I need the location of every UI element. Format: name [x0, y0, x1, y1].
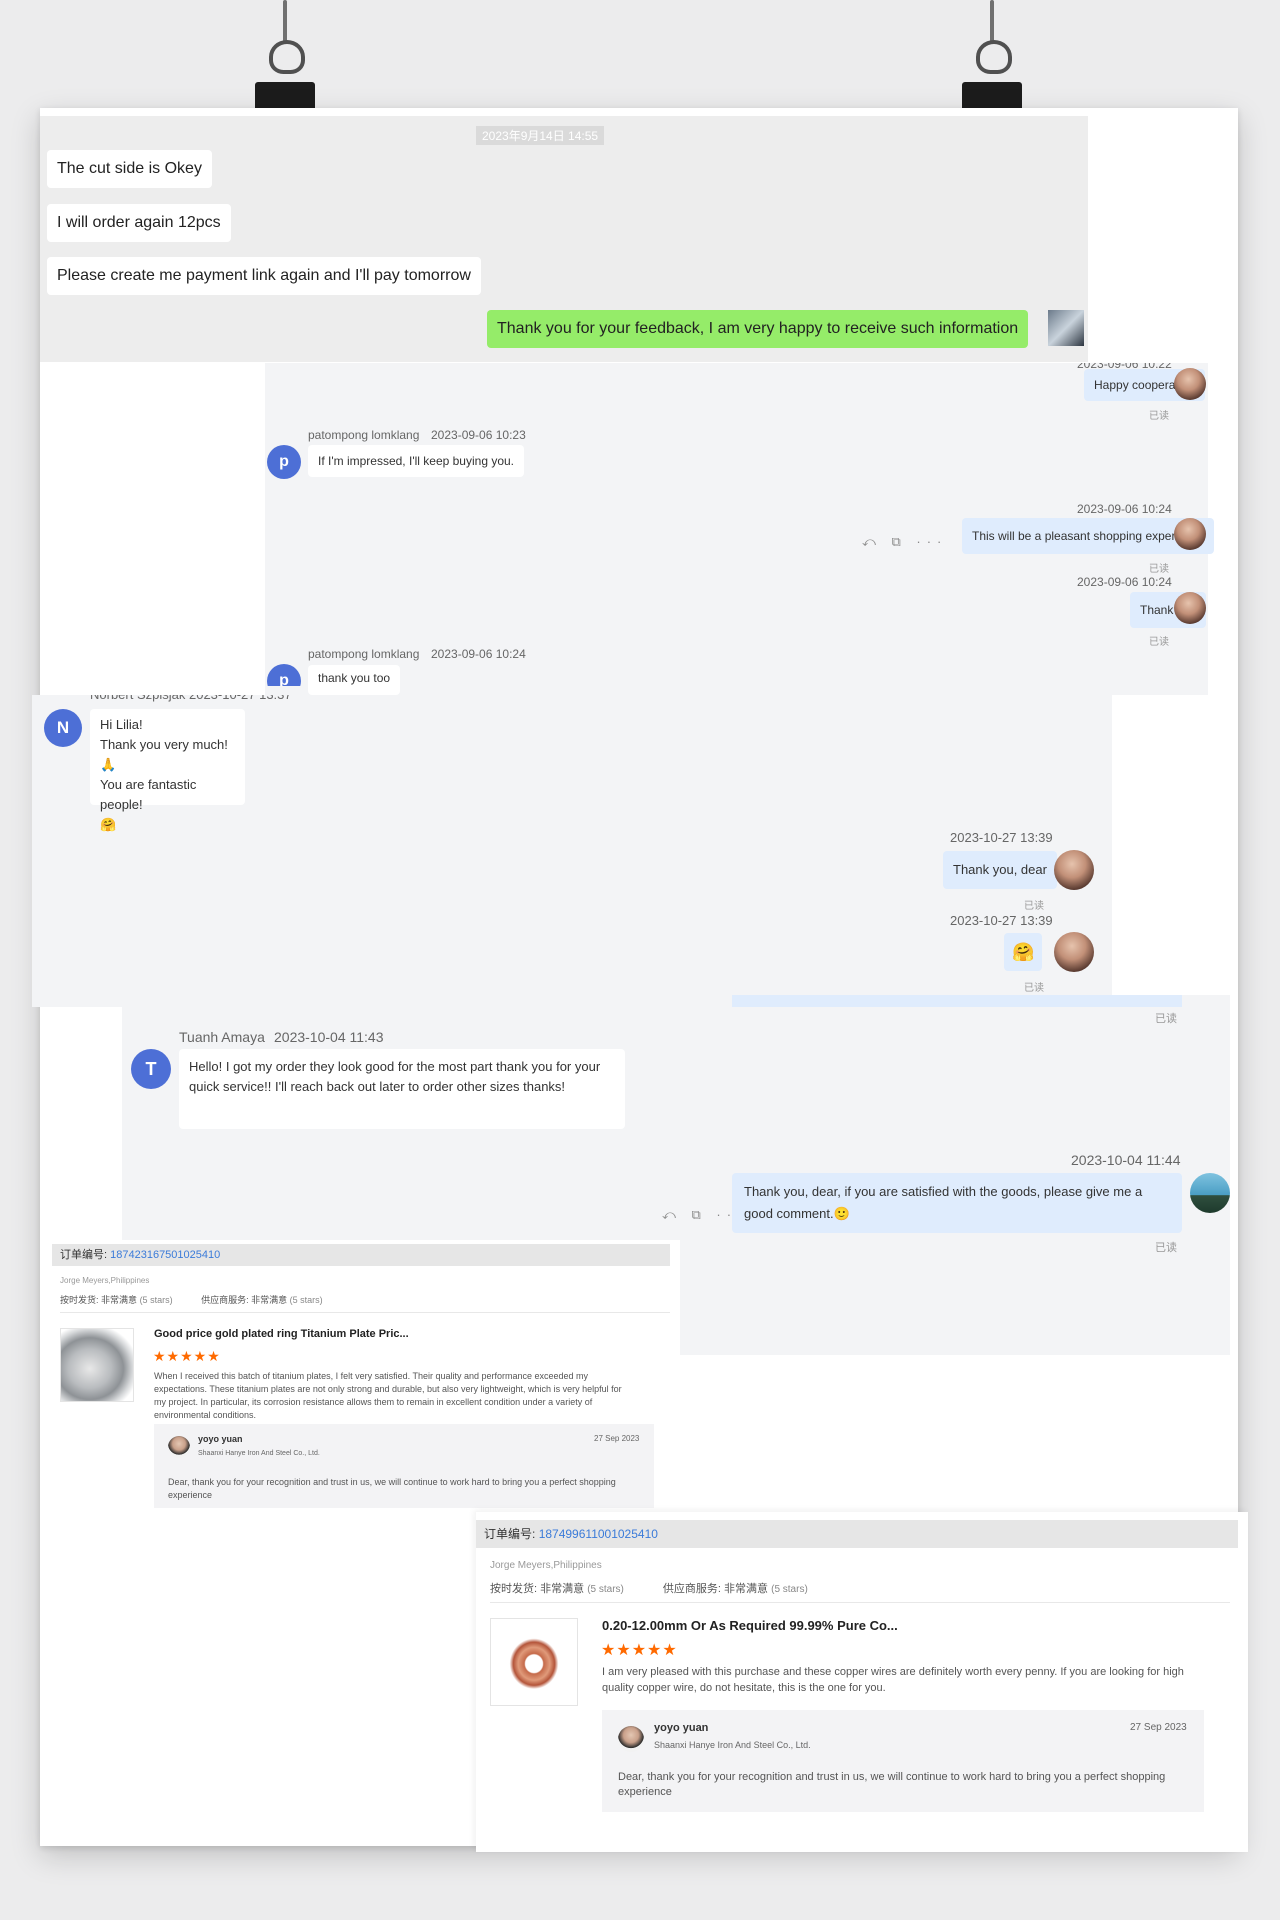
agent-avatar[interactable] — [1174, 368, 1206, 400]
reply-avatar — [168, 1436, 190, 1458]
reply-avatar — [618, 1726, 644, 1752]
chat4-reply-time: 2023-10-04 11:44 — [1071, 1152, 1181, 1168]
chat4-message[interactable]: Hello! I got my order they look good for… — [179, 1049, 625, 1129]
review2-rating2-stars: (5 stars) — [771, 1584, 808, 1595]
chat-panel-3: Norbert Szpisjak 2023-10-27 13:37 N Hi L… — [32, 695, 1112, 1007]
chat-panel-1: 2023年9月14日 14:55 The cut side is Okey I … — [40, 116, 1088, 362]
review2-order-bar: 订单编号: 187499611001025410 — [476, 1520, 1238, 1548]
agent-avatar[interactable] — [1174, 518, 1206, 550]
review2-rating1-stars: (5 stars) — [587, 1584, 624, 1595]
chat2-message-1[interactable]: If I'm impressed, I'll keep buying you. — [308, 445, 525, 477]
chat-panel-2: 2023-09-06 10:22 Happy cooperation 已读 p … — [265, 363, 1215, 695]
chat4-clipped-bubble — [732, 995, 1182, 1007]
review1-text: When I received this batch of titanium p… — [154, 1371, 622, 1420]
review2-order-label: 订单编号: — [484, 1527, 536, 1541]
chat4-msg-time: 2023-10-04 11:43 — [274, 1029, 384, 1045]
read-status: 已读 — [1024, 901, 1044, 912]
chat3-line-3: You are fantastic people! — [100, 777, 197, 812]
read-status: 已读 — [1024, 983, 1044, 994]
review2-rating2-value: 非常满意 — [724, 1583, 769, 1595]
review2-rating1-label: 按时发货: — [490, 1583, 538, 1595]
review-card-2: 订单编号: 187499611001025410 Jorge Meyers,Ph… — [476, 1512, 1248, 1852]
agent-avatar[interactable] — [1054, 850, 1094, 890]
review2-stars: ★★★★★ — [601, 1642, 678, 1659]
chat1-message-2[interactable]: I will order again 12pcs — [47, 204, 231, 242]
poster-sheet: 2023年9月14日 14:55 The cut side is Okey I … — [32, 108, 1248, 1852]
review1-product-image[interactable] — [60, 1328, 134, 1402]
agent-avatar[interactable] — [1054, 932, 1094, 972]
review2-reply-name: yoyo yuan — [654, 1722, 709, 1734]
chat3-message[interactable]: Hi Lilia! Thank you very much! 🙏 You are… — [90, 709, 245, 832]
review1-reply-date: 27 Sep 2023 — [594, 1434, 640, 1443]
review2-ratings: 按时发货: 非常满意 (5 stars) 供应商服务: 非常满意 (5 star… — [490, 1580, 808, 1596]
review2-buyer: Jorge Meyers,Philippines — [490, 1560, 602, 1571]
review1-reply-name: yoyo yuan — [198, 1434, 243, 1444]
chat3-reply-1[interactable]: Thank you, dear — [943, 851, 1057, 889]
review1-buyer: Jorge Meyers,Philippines — [60, 1276, 150, 1285]
chat3-line-4: 🤗 — [100, 817, 117, 832]
chat3-line-2: Thank you very much! 🙏 — [100, 737, 228, 772]
message-tools-icon[interactable]: ⤺ ⧉ ··· — [862, 534, 947, 550]
chat1-message-1[interactable]: The cut side is Okey — [47, 150, 212, 188]
review2-rating1-value: 非常满意 — [540, 1583, 585, 1595]
review1-rating1-stars: (5 stars) — [139, 1295, 173, 1305]
chat1-reply[interactable]: Thank you for your feedback, I am very h… — [487, 310, 1029, 348]
review1-order-bar: 订单编号: 187423167501025410 — [52, 1244, 670, 1266]
chat4-sender-name: Tuanh Amaya — [179, 1029, 265, 1045]
review2-rating2-label: 供应商服务: — [662, 1583, 721, 1595]
review1-order-label: 订单编号: — [60, 1249, 108, 1261]
sender-avatar[interactable]: T — [131, 1049, 171, 1089]
review2-product-image[interactable] — [490, 1618, 578, 1706]
read-status: 已读 — [1149, 564, 1169, 575]
chat4-reply[interactable]: Thank you, dear, if you are satisfied wi… — [732, 1173, 1182, 1233]
chat3-reply2-time: 2023-10-27 13:39 — [950, 913, 1053, 928]
review1-product-title[interactable]: Good price gold plated ring Titanium Pla… — [154, 1328, 409, 1340]
chat1-avatar[interactable] — [1048, 310, 1084, 346]
agent-avatar[interactable] — [1174, 592, 1206, 624]
divider — [60, 1312, 670, 1313]
divider — [490, 1602, 1230, 1603]
review1-rating2-stars: (5 stars) — [289, 1295, 323, 1305]
sender-avatar[interactable]: N — [44, 709, 82, 747]
binder-clip-left — [245, 0, 325, 112]
review1-stars: ★★★★★ — [153, 1348, 221, 1364]
chat2-reply2-time: 2023-09-06 10:24 — [1077, 575, 1172, 589]
review2-reply-text: Dear, thank you for your recognition and… — [618, 1771, 1166, 1798]
read-status: 已读 — [1155, 1013, 1177, 1025]
review1-reply-company: Shaanxi Hanye Iron And Steel Co., Ltd. — [198, 1450, 320, 1457]
review1-reply-box: yoyo yuan Shaanxi Hanye Iron And Steel C… — [154, 1424, 654, 1508]
read-status: 已读 — [1149, 411, 1169, 422]
chat3-reply-2[interactable]: 🤗 — [1004, 933, 1043, 971]
review1-rating1-value: 非常满意 — [101, 1295, 138, 1305]
review2-reply-company: Shaanxi Hanye Iron And Steel Co., Ltd. — [654, 1740, 811, 1750]
review1-ratings: 按时发货: 非常满意 (5 stars) 供应商服务: 非常满意 (5 star… — [60, 1293, 323, 1306]
review1-rating1-label: 按时发货: — [60, 1295, 99, 1305]
chat3-line-1: Hi Lilia! — [100, 717, 143, 732]
chat2-msg2-time: 2023-09-06 10:24 — [431, 647, 526, 661]
review2-product-title[interactable]: 0.20-12.00mm Or As Required 99.99% Pure … — [602, 1618, 898, 1633]
sender-avatar[interactable]: p — [267, 445, 301, 479]
chat3-reply1-time: 2023-10-27 13:39 — [950, 830, 1053, 845]
review2-reply-date: 27 Sep 2023 — [1130, 1722, 1187, 1733]
agent-avatar-landscape[interactable] — [1190, 1173, 1230, 1213]
chat2-sender-name: patompong lomklang — [308, 428, 420, 442]
review1-rating2-label: 供应商服务: — [201, 1295, 249, 1305]
review2-order-number[interactable]: 187499611001025410 — [539, 1527, 658, 1541]
review1-reply-text: Dear, thank you for your recognition and… — [168, 1477, 616, 1500]
review2-text: I am very pleased with this purchase and… — [602, 1666, 1184, 1694]
chat2-message-2[interactable]: thank you too — [308, 665, 401, 695]
review2-reply-box: yoyo yuan Shaanxi Hanye Iron And Steel C… — [602, 1710, 1204, 1812]
review1-order-number[interactable]: 187423167501025410 — [110, 1249, 220, 1261]
review1-rating2-value: 非常满意 — [251, 1295, 288, 1305]
chat1-message-3[interactable]: Please create me payment link again and … — [47, 257, 481, 295]
sender-avatar[interactable]: p — [267, 664, 301, 686]
chat2-reply1-time: 2023-09-06 10:24 — [1077, 502, 1172, 516]
chat1-timestamp: 2023年9月14日 14:55 — [476, 126, 605, 145]
chat2-msg1-time: 2023-09-06 10:23 — [431, 428, 526, 442]
chat2-sender-name: patompong lomklang — [308, 647, 420, 661]
read-status: 已读 — [1155, 1242, 1177, 1254]
binder-clip-right — [952, 0, 1032, 112]
read-status: 已读 — [1149, 637, 1169, 648]
chat3-sender-header: Norbert Szpisjak 2023-10-27 13:37 — [90, 687, 292, 702]
